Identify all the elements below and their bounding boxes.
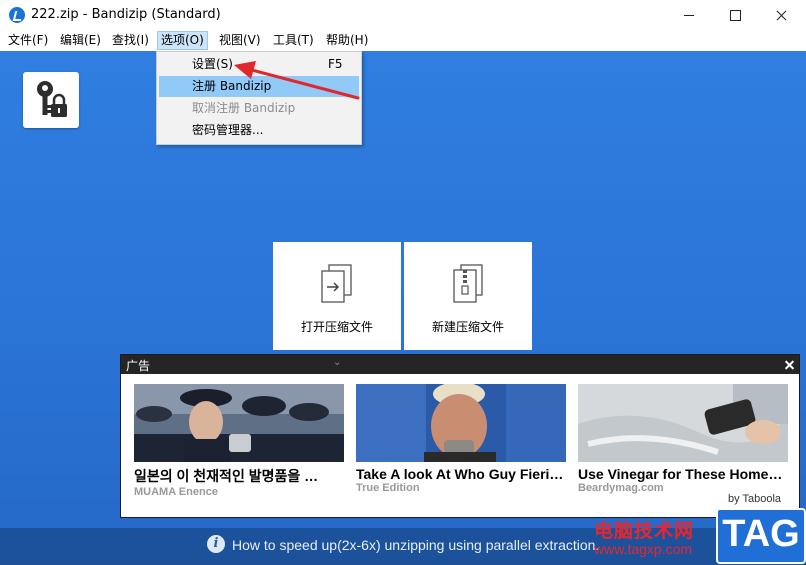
ad-image [356, 384, 566, 462]
menu-item-label: 取消注册 Bandizip [192, 101, 296, 115]
menu-item-label: 设置(S) [192, 57, 233, 71]
menu-item-password-manager[interactable]: 密码管理器... [159, 120, 359, 141]
watermark-tag-text: TAG [722, 513, 800, 555]
menu-item-label: 密码管理器... [192, 123, 264, 137]
menu-edit[interactable]: 编辑(E) [57, 32, 104, 49]
ad-header: 广告 ⌄ [121, 355, 799, 374]
ad-panel: 广告 ⌄ 일본의 이 천재적인 발명품을 … MUAMA Enence Take… [120, 354, 800, 518]
options-dropdown-menu: 设置(S) F5 注册 Bandizip 取消注册 Bandizip 密码管理器… [156, 51, 362, 145]
open-archive-icon [321, 264, 352, 303]
ad-close-button[interactable] [781, 355, 799, 374]
ad-card[interactable]: 일본의 이 천재적인 발명품을 … MUAMA Enence [134, 384, 344, 498]
menu-file[interactable]: 文件(F) [5, 32, 51, 49]
new-archive-button[interactable]: 新建压缩文件 [404, 242, 532, 350]
ad-byline[interactable]: by Taboola [728, 493, 781, 505]
menu-help[interactable]: 帮助(H) [323, 32, 371, 49]
ad-source: MUAMA Enence [134, 486, 218, 498]
ad-image [134, 384, 344, 462]
password-manager-button[interactable] [23, 72, 79, 128]
ad-headline: Use Vinegar for These Home… [578, 466, 783, 482]
info-icon: i [207, 535, 225, 553]
watermark-url: www.tagxp.com [594, 541, 693, 557]
watermark-tag-logo: TAG [716, 508, 806, 564]
open-archive-label: 打开压缩文件 [300, 320, 373, 334]
ad-image [578, 384, 788, 462]
close-window-button[interactable] [758, 0, 804, 30]
maximize-button[interactable] [712, 0, 758, 30]
ad-source: True Edition [356, 482, 420, 494]
menu-find[interactable]: 查找(I) [109, 32, 152, 49]
menu-item-shortcut: F5 [328, 57, 343, 71]
watermark-site-name: 电脑技术网 [594, 520, 695, 542]
menu-item-unregister: 取消注册 Bandizip [159, 98, 359, 119]
open-archive-button[interactable]: 打开压缩文件 [273, 242, 401, 350]
window-title: 222.zip - Bandizip (Standard) [31, 7, 221, 22]
ad-headline: 일본의 이 천재적인 발명품을 … [134, 468, 319, 484]
title-bar: 222.zip - Bandizip (Standard) [0, 0, 806, 30]
bandizip-logo-icon [9, 7, 25, 23]
chevron-down-icon[interactable]: ⌄ [333, 357, 341, 368]
ad-card[interactable]: Take A look At Who Guy Fieri… True Editi… [356, 384, 566, 494]
ad-card[interactable]: Use Vinegar for These Home… Beardymag.co… [578, 384, 788, 494]
new-archive-label: 新建压缩文件 [431, 320, 504, 334]
tip-text[interactable]: How to speed up(2x-6x) unzipping using p… [232, 537, 599, 553]
menu-tools[interactable]: 工具(T) [270, 32, 317, 49]
minimize-button[interactable] [666, 0, 712, 30]
ad-headline: Take A look At Who Guy Fieri… [356, 466, 564, 482]
menu-item-label: 注册 Bandizip [192, 79, 272, 93]
ad-title: 广告 [126, 359, 151, 373]
menu-options[interactable]: 选项(O) [157, 31, 208, 50]
new-archive-icon [453, 264, 483, 303]
keys-lock-icon [37, 81, 67, 117]
menu-item-register[interactable]: 注册 Bandizip [159, 76, 359, 97]
menu-item-settings[interactable]: 设置(S) F5 [159, 54, 359, 75]
menu-bar: 文件(F) 编辑(E) 查找(I) 选项(O) 视图(V) 工具(T) 帮助(H… [0, 30, 806, 51]
menu-view[interactable]: 视图(V) [216, 32, 264, 49]
